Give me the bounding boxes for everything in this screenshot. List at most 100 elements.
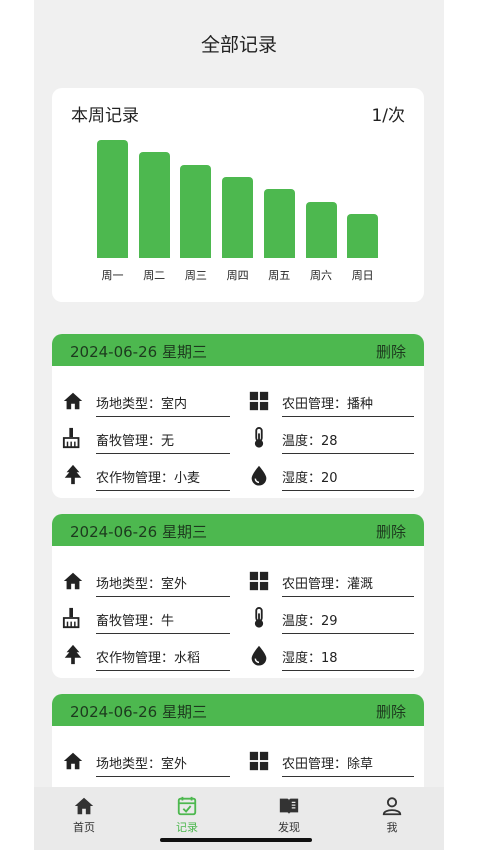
tab-label: 发现 (278, 821, 300, 834)
site-type-field: 场地类型：室内 (62, 390, 230, 417)
livestock-field: 畜牧管理：牛 (62, 607, 230, 634)
temperature-label: 温度：29 (282, 614, 338, 629)
livestock-label: 畜牧管理：无 (96, 434, 175, 449)
thermometer-icon (254, 607, 264, 628)
chart-tick-label: 周一 (101, 269, 124, 282)
home-icon (63, 572, 83, 590)
site-type-label: 场地类型：室外 (96, 757, 188, 772)
livestock-label: 畜牧管理：牛 (96, 614, 175, 629)
delete-button[interactable]: 删除 (376, 701, 406, 722)
page-title: 全部记录 (200, 34, 277, 56)
field-underline (96, 775, 230, 777)
record-date: 2024-06-26 星期三 (70, 343, 207, 361)
field-underline (96, 452, 230, 454)
thermometer-icon (254, 427, 264, 448)
temperature-field: 温度：28 (248, 427, 418, 454)
left-margin (0, 0, 34, 850)
crop-label: 农作物管理：水稻 (96, 651, 201, 666)
record-card: 2024-06-26 星期三 删除 场地类型：室内 农田管理：播种 畜牧管理：无… (52, 334, 424, 498)
temperature-field: 温度：29 (248, 607, 418, 634)
field-underline (282, 632, 414, 634)
record-date: 2024-06-26 星期三 (70, 523, 207, 541)
crop-field: 农作物管理：水稻 (62, 644, 230, 671)
record-header: 2024-06-26 星期三 删除 (52, 334, 424, 366)
water-drop-icon (251, 465, 267, 486)
user-icon (382, 797, 402, 816)
home-indicator (160, 838, 312, 842)
home-icon (63, 752, 83, 770)
livestock-field: 畜牧管理：无 (62, 427, 230, 454)
chart-tick-label: 周四 (226, 269, 249, 282)
field-underline (282, 489, 414, 491)
record-date: 2024-06-26 星期三 (70, 703, 207, 721)
chart-bar (222, 177, 254, 258)
app-screen: 全部记录 本周记录 1/次 周一 周二 周三 周四 周五 周六 周日 2024-06-26 … (34, 0, 444, 850)
book-icon (279, 798, 299, 815)
field-underline (282, 669, 414, 671)
humidity-field: 湿度：18 (248, 644, 418, 671)
chart-bar (347, 214, 379, 258)
chart-tick-label: 周三 (184, 269, 207, 282)
broom-icon (62, 607, 80, 629)
humidity-label: 湿度：20 (282, 471, 338, 486)
week-summary-card: 本周记录 1/次 周一 周二 周三 周四 周五 周六 周日 (52, 88, 424, 302)
crop-label: 农作物管理：小麦 (96, 471, 201, 486)
field-underline (282, 415, 414, 417)
chart-bar (180, 165, 212, 258)
tab-home[interactable]: 首页 (54, 795, 114, 835)
broom-icon (62, 427, 80, 449)
field-management-label: 农田管理：灌溉 (282, 577, 374, 592)
chart-tick-label: 周五 (268, 269, 291, 282)
field-underline (282, 595, 414, 597)
chart-tick-label: 周六 (310, 269, 332, 282)
field-management-label: 农田管理：播种 (282, 397, 374, 412)
chart-bar (305, 202, 337, 258)
tab-label: 我 (386, 821, 398, 834)
field-underline (96, 632, 230, 634)
site-type-label: 场地类型：室外 (96, 577, 188, 592)
field-management-label: 农田管理：除草 (282, 757, 374, 772)
field-underline (96, 595, 230, 597)
tab-label: 记录 (176, 821, 198, 834)
tree-icon (64, 644, 82, 665)
delete-button[interactable]: 删除 (376, 521, 406, 542)
tab-label: 首页 (73, 821, 95, 834)
tab-records[interactable]: 记录 (157, 795, 217, 835)
humidity-label: 湿度：18 (282, 651, 338, 666)
calendar-check-icon (177, 796, 197, 816)
week-bar-chart: 周一 周二 周三 周四 周五 周六 周日 (52, 88, 424, 302)
chart-tick-label: 周二 (143, 269, 166, 282)
field-management-field: 农田管理：除草 (248, 750, 418, 777)
chart-bar (97, 140, 128, 258)
water-drop-icon (251, 645, 267, 666)
grid-icon (249, 391, 269, 411)
tab-discover[interactable]: 发现 (259, 795, 319, 835)
delete-button[interactable]: 删除 (376, 341, 406, 362)
chart-bar (263, 188, 295, 258)
site-type-field: 场地类型：室外 (62, 750, 230, 777)
site-type-label: 场地类型：室内 (96, 397, 188, 412)
chart-tick-label: 周日 (351, 269, 374, 282)
home-icon (63, 392, 83, 410)
right-margin (444, 0, 478, 850)
grid-icon (249, 571, 269, 591)
field-underline (282, 452, 414, 454)
record-header: 2024-06-26 星期三 删除 (52, 514, 424, 546)
humidity-field: 湿度：20 (248, 464, 418, 491)
field-underline (96, 415, 230, 417)
chart-bar (138, 151, 170, 258)
field-underline (96, 669, 230, 671)
record-card: 2024-06-26 星期三 删除 场地类型：室外 农田管理：灌溉 畜牧管理：牛… (52, 514, 424, 678)
tree-icon (64, 464, 82, 485)
temperature-label: 温度：28 (282, 434, 338, 449)
field-management-field: 农田管理：灌溉 (248, 570, 418, 597)
grid-icon (249, 751, 269, 771)
crop-field: 农作物管理：小麦 (62, 464, 230, 491)
field-underline (282, 775, 414, 777)
record-header: 2024-06-26 星期三 删除 (52, 694, 424, 726)
field-management-field: 农田管理：播种 (248, 390, 418, 417)
site-type-field: 场地类型：室外 (62, 570, 230, 597)
field-underline (96, 489, 230, 491)
home-icon (74, 797, 94, 815)
tab-profile[interactable]: 我 (362, 795, 422, 835)
